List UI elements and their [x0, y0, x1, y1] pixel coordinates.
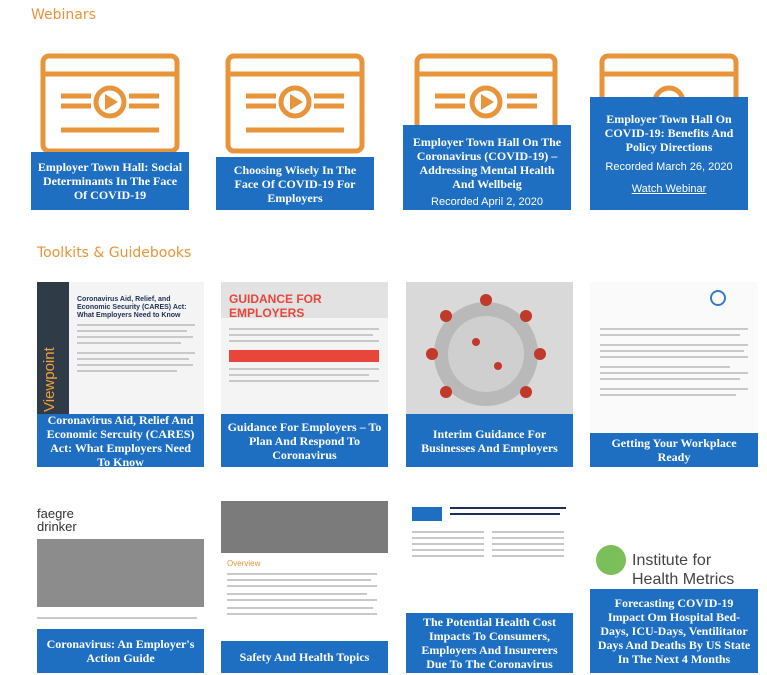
- toolkit-card-2[interactable]: GUIDANCE FOR EMPLOYERS Guidance For Empl…: [221, 282, 388, 467]
- toolkit-title: Interim Guidance For Businesses And Empl…: [421, 426, 558, 455]
- recorded-date: Recorded April 2, 2020: [431, 196, 543, 208]
- toolkit-title: Guidance For Employers – To Plan And Res…: [227, 419, 382, 462]
- toolkit-card-6[interactable]: Overview Safety And Health Topics: [221, 501, 388, 673]
- toolkit-title: Coronavirus: An Employer's Action Guide: [46, 637, 195, 665]
- webinar-card-4[interactable]: Employer Town Hall On COVID-19: Benefits…: [590, 52, 748, 210]
- thumb-side-label: Viewpoint: [41, 347, 58, 412]
- webinar-caption: Employer Town Hall On COVID-19: Benefits…: [590, 97, 748, 210]
- recorded-date: Recorded March 26, 2020: [605, 160, 733, 173]
- toolkit-card-1[interactable]: Viewpoint Coronavirus Aid, Relief, and E…: [37, 282, 204, 467]
- thumb-logo: Institute for Health Metrics: [632, 552, 735, 588]
- toolkit-card-8[interactable]: Institute for Health Metrics Forecasting…: [590, 501, 758, 673]
- toolkit-title: The Potential Health Cost Impacts To Con…: [421, 615, 558, 671]
- thumb-heading: Overview: [227, 559, 261, 568]
- webinar-title: Choosing Wisely In The Face Of COVID-19 …: [233, 162, 357, 205]
- toolkit-card-3[interactable]: Interim Guidance For Businesses And Empl…: [406, 282, 573, 467]
- toolkit-caption: Forecasting COVID-19 Impact Om Hospital …: [590, 589, 758, 673]
- thumb-logo: faegre drinker: [37, 506, 77, 534]
- toolkit-caption: Getting Your Workplace Ready: [590, 433, 758, 467]
- toolkit-card-5[interactable]: faegre drinker Coronavirus: An Employer'…: [37, 501, 204, 673]
- toolkit-caption: The Potential Health Cost Impacts To Con…: [406, 613, 573, 673]
- webinar-caption: Choosing Wisely In The Face Of COVID-19 …: [216, 157, 374, 210]
- webinar-title: Employer Town Hall On COVID-19: Benefits…: [604, 111, 734, 154]
- webinar-title: Employer Town Hall: Social Determinants …: [37, 160, 183, 202]
- toolkit-title: Getting Your Workplace Ready: [611, 436, 737, 464]
- toolkit-caption: Interim Guidance For Businesses And Empl…: [406, 414, 573, 467]
- webinar-caption: Employer Town Hall On The Coronavirus (C…: [403, 125, 571, 210]
- toolkit-card-7[interactable]: The Potential Health Cost Impacts To Con…: [406, 501, 573, 673]
- webinars-heading: Webinars: [31, 7, 96, 23]
- toolkits-heading: Toolkits & Guidebooks: [37, 245, 192, 261]
- webinar-card-2[interactable]: Choosing Wisely In The Face Of COVID-19 …: [216, 52, 374, 210]
- toolkit-card-4[interactable]: Getting Your Workplace Ready: [590, 282, 758, 467]
- webinar-caption: Employer Town Hall: Social Determinants …: [31, 152, 189, 210]
- ihme-logo-icon: [596, 545, 626, 575]
- toolkit-title: Coronavirus Aid, Relief And Economic Ser…: [46, 412, 195, 468]
- toolkit-title: Safety And Health Topics: [239, 650, 370, 664]
- who-logo-icon: [710, 290, 726, 306]
- toolkit-caption: Coronavirus Aid, Relief And Economic Ser…: [37, 412, 204, 468]
- webinar-card-3[interactable]: Employer Town Hall On The Coronavirus (C…: [403, 52, 571, 210]
- toolkit-caption: Safety And Health Topics: [221, 641, 388, 673]
- thumb-heading: GUIDANCE FOR EMPLOYERS: [229, 292, 322, 320]
- toolkit-caption: Guidance For Employers – To Plan And Res…: [221, 414, 388, 467]
- toolkit-caption: Coronavirus: An Employer's Action Guide: [37, 629, 204, 673]
- webinar-card-1[interactable]: Employer Town Hall: Social Determinants …: [31, 52, 189, 210]
- webinar-title: Employer Town Hall On The Coronavirus (C…: [412, 135, 562, 191]
- watch-webinar-link[interactable]: Watch Webinar: [596, 182, 742, 196]
- toolkit-title: Forecasting COVID-19 Impact Om Hospital …: [597, 596, 751, 666]
- thumb-heading: Coronavirus Aid, Relief, and Economic Se…: [77, 296, 187, 319]
